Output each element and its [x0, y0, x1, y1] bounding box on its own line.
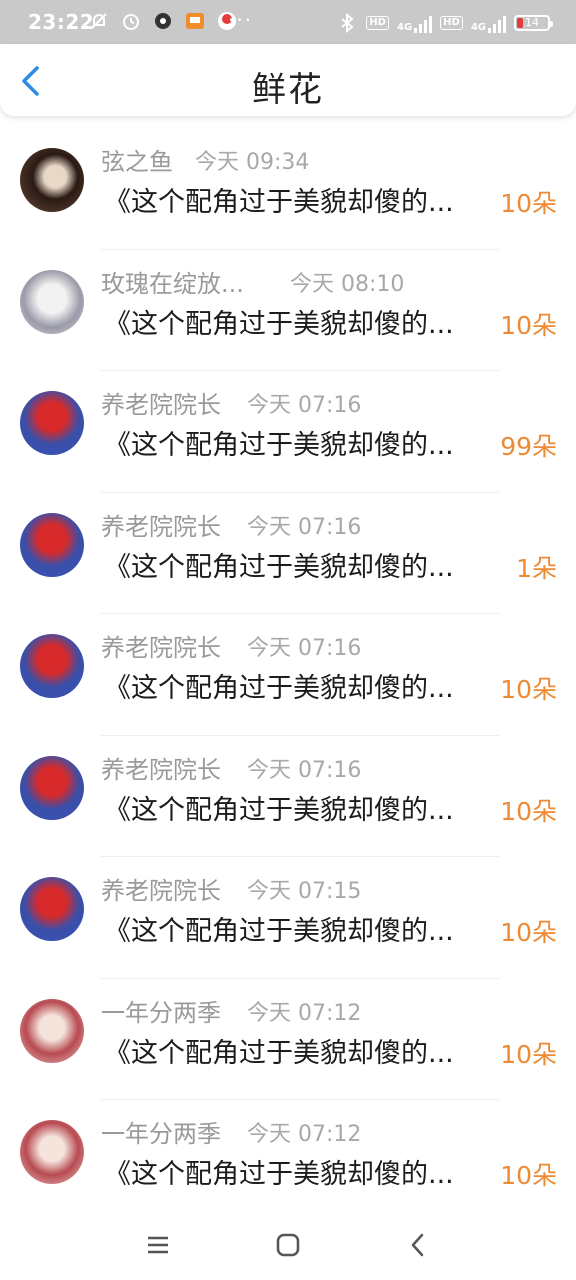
timestamp: 今天 07:16 [247, 636, 362, 661]
flower-count: 10朵 [500, 1161, 557, 1190]
alarm-icon [123, 14, 139, 30]
flower-list: 弦之鱼 今天 09:34 《这个配角过于美貌却傻的... 10朵 玫瑰在绽放... 今天 … [0, 128, 576, 1222]
user-name: 养老院院长 [101, 512, 221, 541]
hd-badge: HD [366, 16, 389, 30]
avatar[interactable] [20, 269, 84, 334]
avatar[interactable] [20, 1120, 84, 1184]
book-title: 《这个配角过于美貌却傻的... [104, 1159, 454, 1190]
avatar[interactable] [20, 755, 84, 820]
list-item[interactable]: 养老院院长 今天 07:16 《这个配角过于美貌却傻的... 10朵 [0, 736, 576, 857]
app-icon [155, 13, 171, 29]
book-title: 《这个配角过于美貌却傻的... [104, 187, 454, 218]
list-item[interactable]: 养老院院长 今天 07:15 《这个配角过于美貌却傻的... 10朵 [0, 857, 576, 979]
bluetooth-icon [341, 12, 354, 34]
user-name: 一年分两季 [101, 998, 221, 1027]
status-notification-icons [88, 10, 238, 32]
system-nav-bar [0, 1212, 576, 1280]
book-title: 《这个配角过于美貌却傻的... [104, 430, 454, 461]
flower-count: 10朵 [500, 1039, 557, 1069]
timestamp: 今天 07:12 [247, 1000, 362, 1026]
flower-count: 10朵 [500, 675, 557, 704]
list-item[interactable]: 养老院院长 今天 07:16 《这个配角过于美貌却傻的... 99朵 [0, 371, 576, 493]
book-title: 《这个配角过于美貌却傻的... [104, 916, 454, 947]
list-item[interactable]: 一年分两季 今天 07:12 《这个配角过于美貌却傻的... 10朵 [0, 979, 576, 1100]
avatar[interactable] [20, 998, 84, 1063]
list-item[interactable]: 一年分两季 今天 07:12 《这个配角过于美貌却傻的... 10朵 [0, 1100, 576, 1222]
list-item[interactable]: 养老院院长 今天 07:16 《这个配角过于美貌却傻的... 1朵 [0, 493, 576, 614]
user-name: 养老院院长 [101, 391, 221, 419]
timestamp: 今天 07:16 [247, 393, 362, 418]
user-name: 养老院院长 [101, 877, 221, 905]
menu-icon[interactable] [143, 1230, 173, 1260]
avatar[interactable] [20, 634, 84, 698]
book-title: 《这个配角过于美貌却傻的... [104, 308, 454, 340]
flower-count: 10朵 [500, 189, 557, 218]
signal-icon: 4G [397, 13, 433, 33]
flower-count: 10朵 [500, 796, 557, 826]
user-name: 养老院院长 [101, 634, 221, 662]
back-icon[interactable] [403, 1230, 433, 1260]
nav-bar: 鲜花 [0, 44, 576, 116]
flower-count: 10朵 [500, 918, 557, 947]
book-title: 《这个配角过于美貌却傻的... [104, 1037, 454, 1069]
user-name: 一年分两季 [101, 1120, 221, 1148]
avatar[interactable] [20, 877, 84, 941]
app-icon [186, 13, 204, 29]
timestamp: 今天 07:16 [247, 514, 362, 540]
user-name: 养老院院长 [101, 755, 221, 784]
book-title: 《这个配角过于美貌却傻的... [104, 794, 454, 826]
home-icon[interactable] [273, 1230, 303, 1260]
timestamp: 今天 07:15 [247, 879, 362, 904]
list-item[interactable]: 弦之鱼 今天 09:34 《这个配角过于美貌却傻的... 10朵 [0, 128, 576, 250]
flower-count: 10朵 [500, 310, 557, 340]
user-name: 玫瑰在绽放... [101, 269, 244, 298]
timestamp: 今天 07:16 [247, 757, 362, 783]
timestamp: 今天 08:10 [290, 271, 405, 297]
status-time: 23:22 [28, 10, 95, 34]
timestamp: 今天 07:12 [247, 1122, 362, 1147]
status-system-icons: HD 4G HD 4G 14 [336, 12, 553, 34]
avatar[interactable] [20, 512, 84, 577]
signal-icon: 4G [471, 13, 506, 33]
book-title: 《这个配角过于美貌却傻的... [104, 551, 454, 583]
battery-level: 14 [525, 16, 539, 29]
list-item[interactable]: 养老院院长 今天 07:16 《这个配角过于美貌却傻的... 10朵 [0, 614, 576, 736]
avatar[interactable] [20, 391, 84, 455]
flower-count: 1朵 [516, 553, 557, 583]
timestamp: 今天 09:34 [195, 150, 310, 175]
user-name: 弦之鱼 [101, 148, 173, 176]
hd-badge: HD [440, 16, 463, 30]
avatar[interactable] [20, 148, 84, 212]
book-title: 《这个配角过于美貌却傻的... [104, 673, 454, 704]
flower-count: 99朵 [500, 432, 557, 461]
more-notifications: ··· [228, 8, 254, 32]
page-title: 鲜花 [252, 70, 324, 110]
list-item[interactable]: 玫瑰在绽放... 今天 08:10 《这个配角过于美貌却傻的... 10朵 [0, 250, 576, 371]
mute-bell-icon [91, 13, 107, 29]
status-bar: 23:22 ··· HD 4G HD 4G 14 [0, 0, 576, 44]
battery-icon: 14 [514, 15, 553, 31]
